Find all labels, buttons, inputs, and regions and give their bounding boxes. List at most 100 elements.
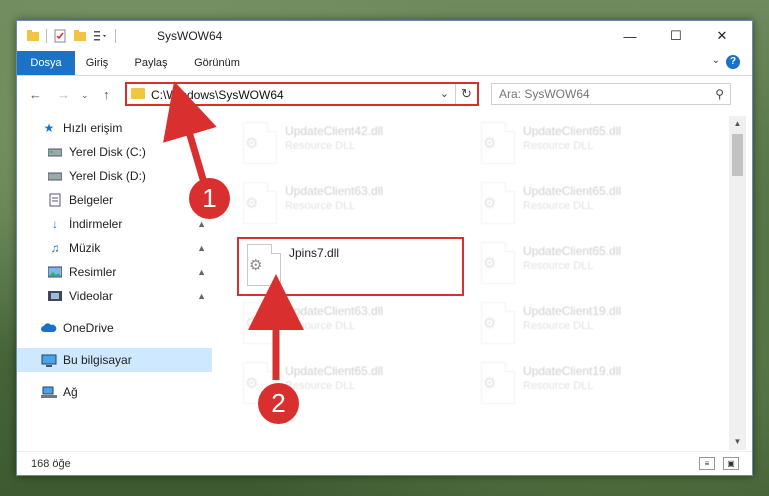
scroll-up-icon[interactable]: ▲ [729,116,746,132]
file-item[interactable]: ⚙ UpdateClient65.dll Resource DLL [475,238,705,290]
gear-icon: ⚙ [483,135,497,152]
file-name: UpdateClient42.dll [285,124,384,138]
divider [46,29,47,43]
file-name: UpdateClient63.dll [285,184,384,198]
sidebar-item-onedrive[interactable]: OneDrive [17,316,212,340]
file-item[interactable]: ⚙ UpdateClient19.dll Resource DLL [475,358,705,410]
minimize-button[interactable]: — [607,21,653,51]
sidebar-item-label: Yerel Disk (C:) [69,145,146,159]
window-title: SysWOW64 [157,29,223,43]
music-icon: ♫ [50,241,60,255]
sidebar-item-label: Yerel Disk (D:) [69,169,146,183]
file-type: Resource DLL [285,200,356,212]
file-item[interactable]: ⚙ UpdateClient63.dll Resource DLL [237,178,467,230]
tab-view[interactable]: Görünüm [187,51,247,75]
gear-icon: ⚙ [483,255,497,272]
file-name: UpdateClient63.dll [285,304,384,318]
file-name: UpdateClient65.dll [285,364,384,378]
scroll-down-icon[interactable]: ▼ [729,434,746,450]
address-bar[interactable]: C:\Windows\SysWOW64 ⌄ ↻ [125,82,479,106]
file-item[interactable]: ⚙ UpdateClient65.dll Resource DLL [475,178,705,230]
pin-icon[interactable]: ▲ [197,291,206,301]
videos-icon [47,289,63,303]
tab-home[interactable]: Giriş [77,51,117,75]
drive-icon [47,169,63,183]
address-path[interactable]: C:\Windows\SysWOW64 [151,88,284,102]
sidebar-item-music[interactable]: ♫ Müzik ▲ [17,236,212,260]
sidebar-item-network[interactable]: Ağ [17,380,212,404]
properties-icon[interactable] [53,29,67,43]
maximize-button[interactable]: ☐ [653,21,699,51]
title-bar: SysWOW64 — ☐ ✕ [17,21,752,51]
new-folder-icon[interactable] [73,29,87,43]
gear-icon: ⚙ [483,375,497,392]
search-icon[interactable]: ⚲ [715,87,724,101]
file-name: UpdateClient65.dll [523,124,622,138]
file-item[interactable]: ⚙ UpdateClient42.dll Resource DLL [237,118,467,170]
downloads-icon: ↓ [52,217,58,231]
documents-icon [47,193,63,207]
pin-icon[interactable]: ▲ [197,219,206,229]
file-item[interactable]: ⚙ UpdateClient19.dll Resource DLL [475,298,705,350]
sidebar-item-this-pc[interactable]: Bu bilgisayar [17,348,212,372]
sidebar-item-pictures[interactable]: Resimler ▲ [17,260,212,284]
file-type: Resource DLL [523,200,594,212]
sidebar-item-label: Videolar [69,289,113,303]
sidebar-item-downloads[interactable]: ↓ İndirmeler ▲ [17,212,212,236]
chevron-down-icon[interactable]: ⌄ [440,87,449,100]
large-icons-view-icon[interactable]: ▣ [723,457,739,470]
computer-icon [41,353,57,367]
gear-icon: ⚙ [245,375,259,392]
sidebar-item-local-disk-c[interactable]: Yerel Disk (C:) [17,140,212,164]
search-input[interactable] [492,84,692,104]
refresh-icon[interactable]: ↻ [455,84,477,104]
gear-icon: ⚙ [483,195,497,212]
scrollbar-thumb[interactable] [732,134,743,176]
customize-toolbar-icon[interactable] [93,29,109,43]
file-type: Resource DLL [523,380,594,392]
highlight-box-file [237,237,464,296]
recent-locations-chevron-icon[interactable]: ⌄ [81,90,89,101]
step-2-badge: 2 [258,383,299,424]
ribbon-tabs: Dosya Giriş Paylaş Görünüm ⌄ ? [17,51,752,76]
search-box[interactable]: ⚲ [491,83,731,105]
sidebar-item-videos[interactable]: Videolar ▲ [17,284,212,308]
file-explorer-window: SysWOW64 — ☐ ✕ Dosya Giriş Paylaş Görünü… [16,20,753,476]
sidebar-item-label: Bu bilgisayar [63,353,132,367]
file-name: UpdateClient19.dll [523,304,622,318]
sidebar-item-documents[interactable]: Belgeler [17,188,212,212]
file-type: Resource DLL [523,140,594,152]
sidebar-item-label: Müzik [69,241,101,255]
divider [115,29,116,43]
close-button[interactable]: ✕ [699,21,745,51]
back-arrow-icon[interactable]: ← [29,87,42,102]
file-item[interactable]: ⚙ UpdateClient65.dll Resource DLL [475,118,705,170]
pin-icon[interactable]: ▲ [197,267,206,277]
sidebar-item-local-disk-d[interactable]: Yerel Disk (D:) [17,164,212,188]
pin-icon[interactable]: ▲ [197,243,206,253]
file-item[interactable]: ⚙ UpdateClient63.dll Resource DLL [237,298,467,350]
sidebar-item-label: İndirmeler [69,217,123,231]
sidebar-item-quick-access[interactable]: ★ Hızlı erişim [17,116,212,140]
drive-icon [47,145,63,159]
forward-arrow-icon[interactable]: → [57,87,70,102]
item-count: 168 öğe [31,458,71,470]
navigation-pane: ★ Hızlı erişim Yerel Disk (C:) Yerel Dis… [17,116,212,450]
details-view-icon[interactable]: ≡ [699,457,715,470]
file-type: Resource DLL [523,320,594,332]
tab-file[interactable]: Dosya [17,51,75,75]
sidebar-item-label: Hızlı erişim [63,121,123,135]
file-type: Resource DLL [285,380,356,392]
up-arrow-icon[interactable]: ↑ [103,87,110,102]
address-row: ← → ⌄ ↑ C:\Windows\SysWOW64 ⌄ ↻ ⚲ [17,76,752,112]
file-name: UpdateClient65.dll [523,184,622,198]
gear-icon: ⚙ [245,135,259,152]
folder-icon [27,30,39,41]
vertical-scrollbar[interactable]: ▲ ▼ [729,116,746,450]
expand-ribbon-icon[interactable]: ⌄ [712,55,720,66]
file-name: UpdateClient65.dll [523,244,622,258]
help-icon[interactable]: ? [726,55,740,69]
sidebar-item-label: Belgeler [69,193,114,207]
tab-share[interactable]: Paylaş [129,51,173,75]
quick-access-toolbar [26,29,116,43]
